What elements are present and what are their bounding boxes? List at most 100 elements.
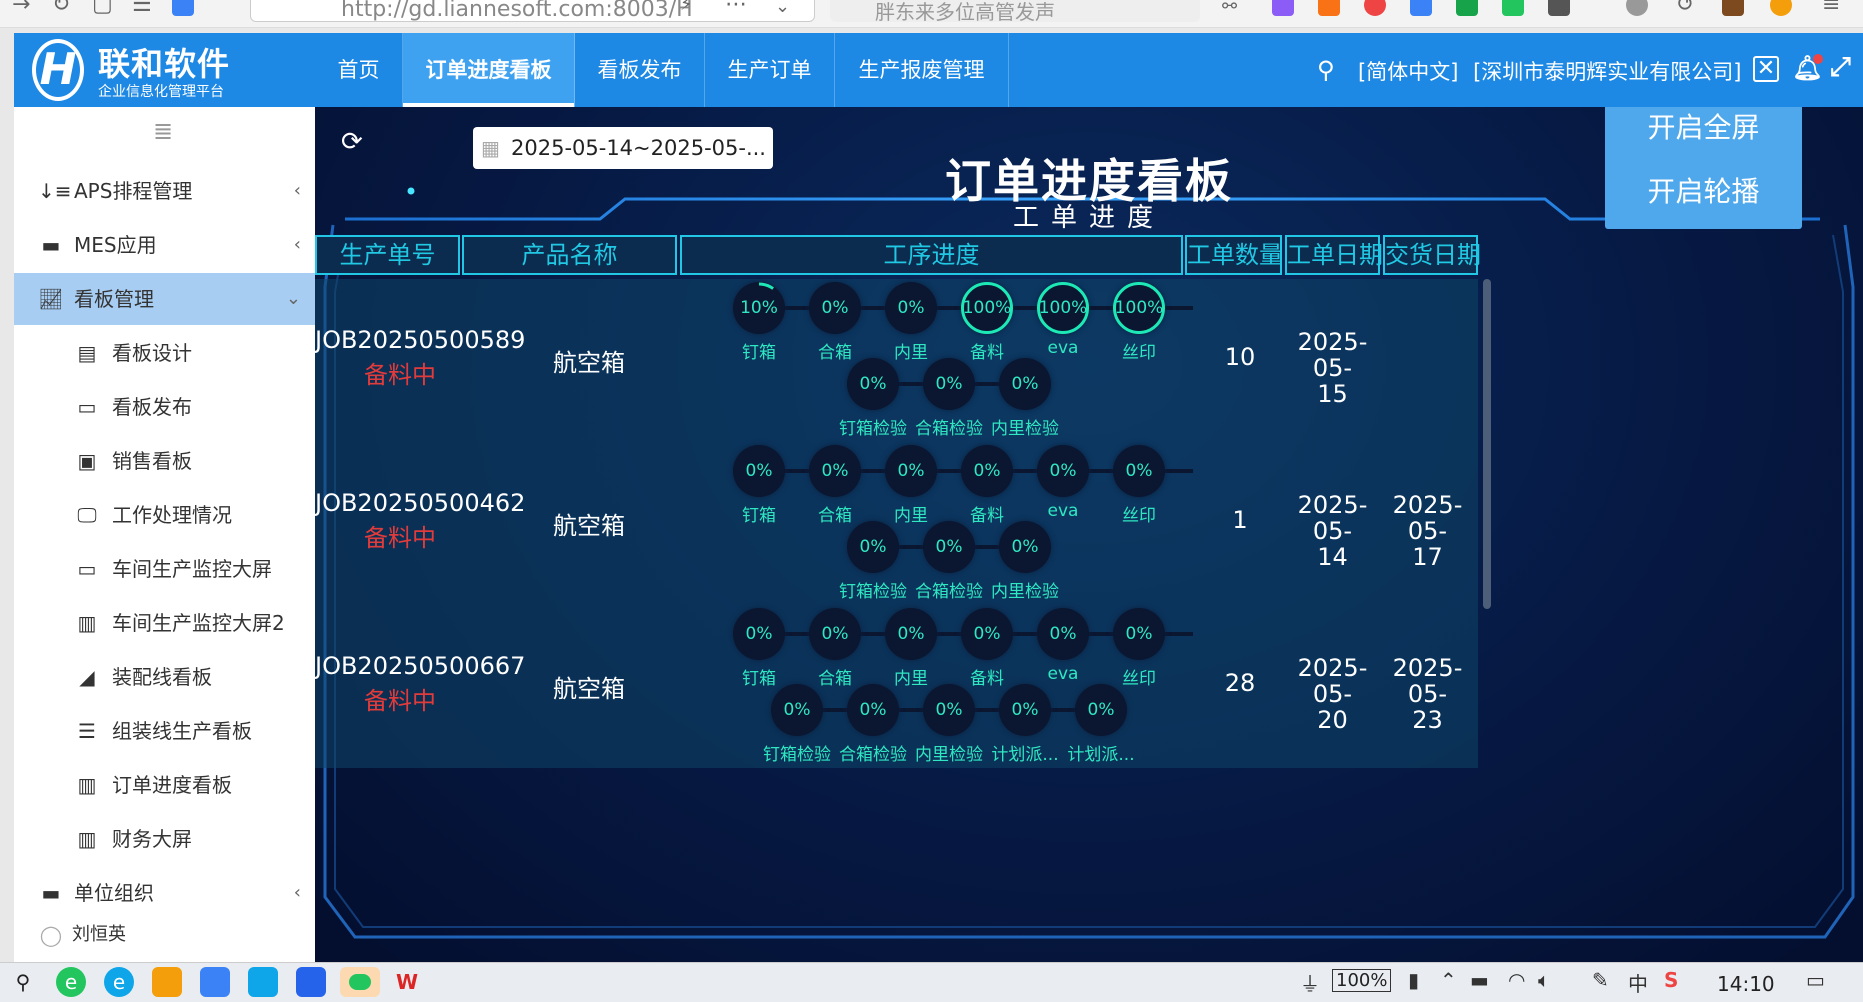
process-progress-circle[interactable]: 0% [1037, 608, 1089, 660]
process-progress-circle[interactable]: 0% [847, 358, 899, 410]
sidebar-item-aps[interactable]: ↓≡ APS排程管理 ‹ [14, 165, 315, 217]
search-icon[interactable]: ⚲ [1317, 56, 1335, 84]
language-switch[interactable]: [简体中文] [1358, 60, 1458, 84]
wechat-icon[interactable] [340, 967, 380, 997]
process-progress-circle[interactable]: 0% [999, 521, 1051, 573]
sidebar-item-work-handling[interactable]: 🖵︎ 工作处理情况 [14, 489, 315, 541]
process-progress-circle[interactable]: 0% [923, 358, 975, 410]
process-progress-circle[interactable]: 10% [733, 282, 785, 334]
sidebar-item-assembly-production[interactable]: ☰ 组装线生产看板 [14, 705, 315, 757]
table-row[interactable]: JOB20250500462 备料中 航空箱 1 2025-05- 14 2025-05- 1… [315, 442, 1478, 605]
tab-production-order[interactable]: 生产订单 [705, 33, 835, 107]
forward-icon[interactable]: → [12, 0, 30, 17]
tab-board-publish[interactable]: 看板发布 [575, 33, 705, 107]
bolt-icon[interactable]: ⚡ [680, 0, 693, 15]
tab-order-progress-board[interactable]: 订单进度看板 [403, 33, 575, 107]
process-progress-circle[interactable]: 0% [733, 445, 785, 497]
sidebar-item-order-progress[interactable]: ▥ 订单进度看板 [14, 759, 315, 811]
process-progress-circle[interactable]: 0% [733, 608, 785, 660]
scrollbar[interactable] [1483, 279, 1491, 609]
account-icon[interactable] [1626, 0, 1648, 16]
weibo-icon[interactable] [1364, 0, 1386, 16]
process-progress-circle[interactable]: 0% [885, 608, 937, 660]
browser-icon[interactable]: e [56, 967, 86, 997]
sidebar-user[interactable]: ◯ 刘恒英 [14, 915, 315, 955]
company-switch[interactable]: [深圳市泰明辉实业有限公司] [1473, 60, 1741, 84]
fullscreen-icon[interactable]: ⤢ [1830, 52, 1851, 83]
sidebar-item-workshop-monitor[interactable]: ▭ 车间生产监控大屏 [14, 543, 315, 595]
history-icon[interactable]: ☰ [132, 0, 152, 17]
process-progress-circle[interactable]: 0% [923, 684, 975, 736]
tab-home[interactable]: 首页 [315, 33, 403, 107]
chevron-down-icon[interactable]: ⌄ [775, 0, 790, 17]
share-icon[interactable]: ⚯ [1222, 0, 1237, 17]
process-progress-circle[interactable]: 0% [809, 282, 861, 334]
search-icon[interactable]: ⚲ [8, 967, 38, 997]
sidebar-item-finance-screen[interactable]: ▥ 财务大屏 [14, 813, 315, 865]
process-progress-circle[interactable]: 0% [809, 608, 861, 660]
more-icon[interactable]: ⋯ [725, 0, 747, 17]
ime-indicator[interactable]: 中 [1628, 968, 1648, 997]
close-tab-icon[interactable]: ✕ [1753, 56, 1779, 82]
puzzle-icon[interactable] [1548, 0, 1570, 16]
battery-icon[interactable]: ▮ [1408, 968, 1419, 992]
process-progress-circle[interactable]: 100% [961, 282, 1013, 334]
sidebar-item-board-management[interactable]: 📈︎ 看板管理 ⌄ [14, 273, 315, 325]
menu-icon[interactable]: ≡ [1822, 0, 1840, 17]
bag-icon[interactable] [1722, 0, 1744, 16]
chevron-up-icon[interactable]: ⌃ [1440, 968, 1457, 992]
process-progress-circle[interactable]: 0% [961, 608, 1013, 660]
process-progress-circle[interactable]: 0% [961, 445, 1013, 497]
process-progress-circle[interactable]: 0% [1113, 608, 1165, 660]
process-progress-circle[interactable]: 0% [1037, 445, 1089, 497]
sidebar-item-board-design[interactable]: ▤ 看板设计 [14, 327, 315, 379]
process-progress-circle[interactable]: 0% [923, 521, 975, 573]
app-icon[interactable] [1502, 0, 1524, 16]
edge-icon[interactable]: e [104, 967, 134, 997]
process-progress-circle[interactable]: 100% [1037, 282, 1089, 334]
process-progress-circle[interactable]: 0% [999, 684, 1051, 736]
app-icon[interactable] [296, 967, 326, 997]
process-progress-circle[interactable]: 0% [847, 684, 899, 736]
device-icon[interactable]: ▬ [1470, 968, 1489, 992]
browser-search-input[interactable]: 胖东来多位高管发声 [830, 0, 1200, 22]
process-progress-circle[interactable]: 0% [999, 358, 1051, 410]
mail-icon[interactable] [1410, 0, 1432, 16]
reload-icon[interactable]: ↻ [52, 0, 70, 17]
pen-icon[interactable]: ✎ [1592, 968, 1609, 992]
tab-scrap-management[interactable]: 生产报废管理 [835, 33, 1009, 107]
app-icon[interactable] [248, 967, 278, 997]
sidebar-item-mes[interactable]: ▬ MES应用 ‹ [14, 219, 315, 271]
process-progress-circle[interactable]: 0% [885, 445, 937, 497]
wifi-icon[interactable]: ◠ [1508, 968, 1525, 992]
sidebar-item-assembly-line[interactable]: ◢ 装配线看板 [14, 651, 315, 703]
app-icon[interactable] [200, 967, 230, 997]
notification-center-icon[interactable]: ▭ [1806, 968, 1825, 992]
wps-icon[interactable]: W [392, 967, 422, 997]
sidebar-item-board-publish[interactable]: ▭ 看板发布 [14, 381, 315, 433]
process-progress-circle[interactable]: 0% [1113, 445, 1165, 497]
extension-icon[interactable] [1318, 0, 1340, 16]
undo-icon[interactable]: ↺ [1676, 0, 1694, 17]
color-icon[interactable] [1770, 0, 1792, 16]
sidebar-item-workshop-monitor-2[interactable]: ▥ 车间生产监控大屏2 [14, 597, 315, 649]
process-progress-circle[interactable]: 0% [809, 445, 861, 497]
table-row[interactable]: JOB20250500667 备料中 航空箱 28 2025-05- 20 2025-05-… [315, 605, 1478, 768]
volume-icon[interactable]: 🔈︎ [1538, 968, 1550, 992]
process-progress-circle[interactable]: 100% [1113, 282, 1165, 334]
sidebar-item-sales-board[interactable]: ▣ 销售看板 [14, 435, 315, 487]
process-progress-circle[interactable]: 0% [885, 282, 937, 334]
word-icon[interactable] [1456, 0, 1478, 16]
clock[interactable]: 14:10 [1717, 972, 1775, 996]
table-row[interactable]: JOB20250500589 备料中 航空箱 10 2025-05- 15 10% 钉箱 0% 合… [315, 279, 1478, 442]
folder-icon[interactable] [152, 967, 182, 997]
sidebar-item-organization[interactable]: ▬ 单位组织 ‹ [14, 867, 315, 919]
sogou-icon[interactable]: S [1664, 968, 1678, 992]
process-progress-circle[interactable]: 0% [771, 684, 823, 736]
process-progress-circle[interactable]: 0% [1075, 684, 1127, 736]
ai-icon[interactable] [172, 0, 194, 16]
hamburger-icon[interactable]: ≣ [153, 117, 173, 145]
process-progress-circle[interactable]: 0% [847, 521, 899, 573]
extension-icon[interactable] [1272, 0, 1294, 16]
tab-icon[interactable]: ▢ [92, 0, 113, 17]
